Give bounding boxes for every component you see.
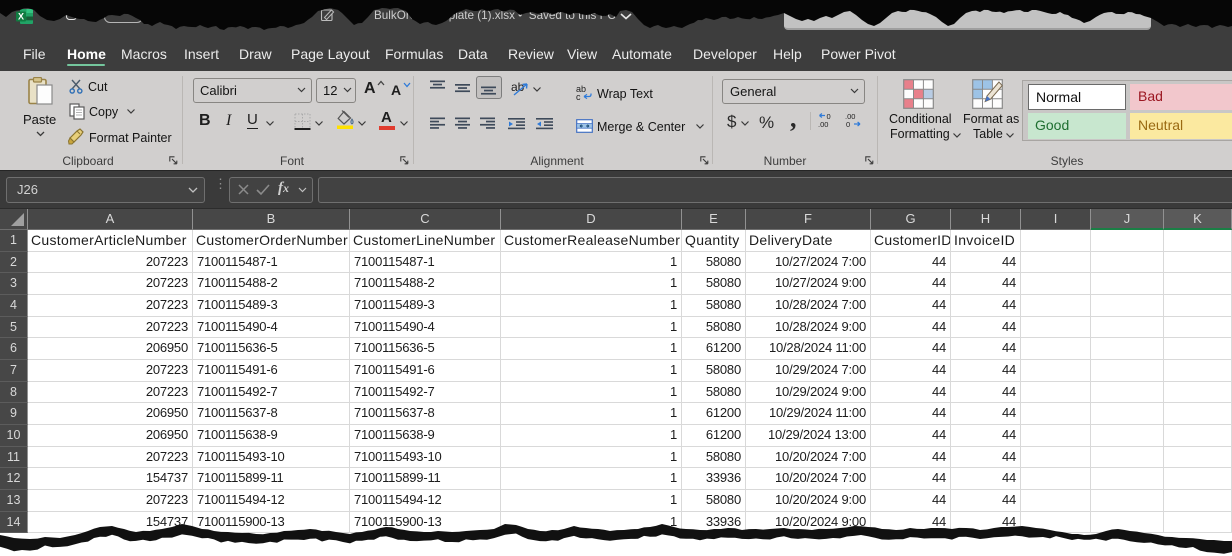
svg-text:c: c: [576, 92, 581, 101]
svg-text:.00: .00: [818, 120, 828, 128]
svg-text:0: 0: [846, 120, 850, 128]
